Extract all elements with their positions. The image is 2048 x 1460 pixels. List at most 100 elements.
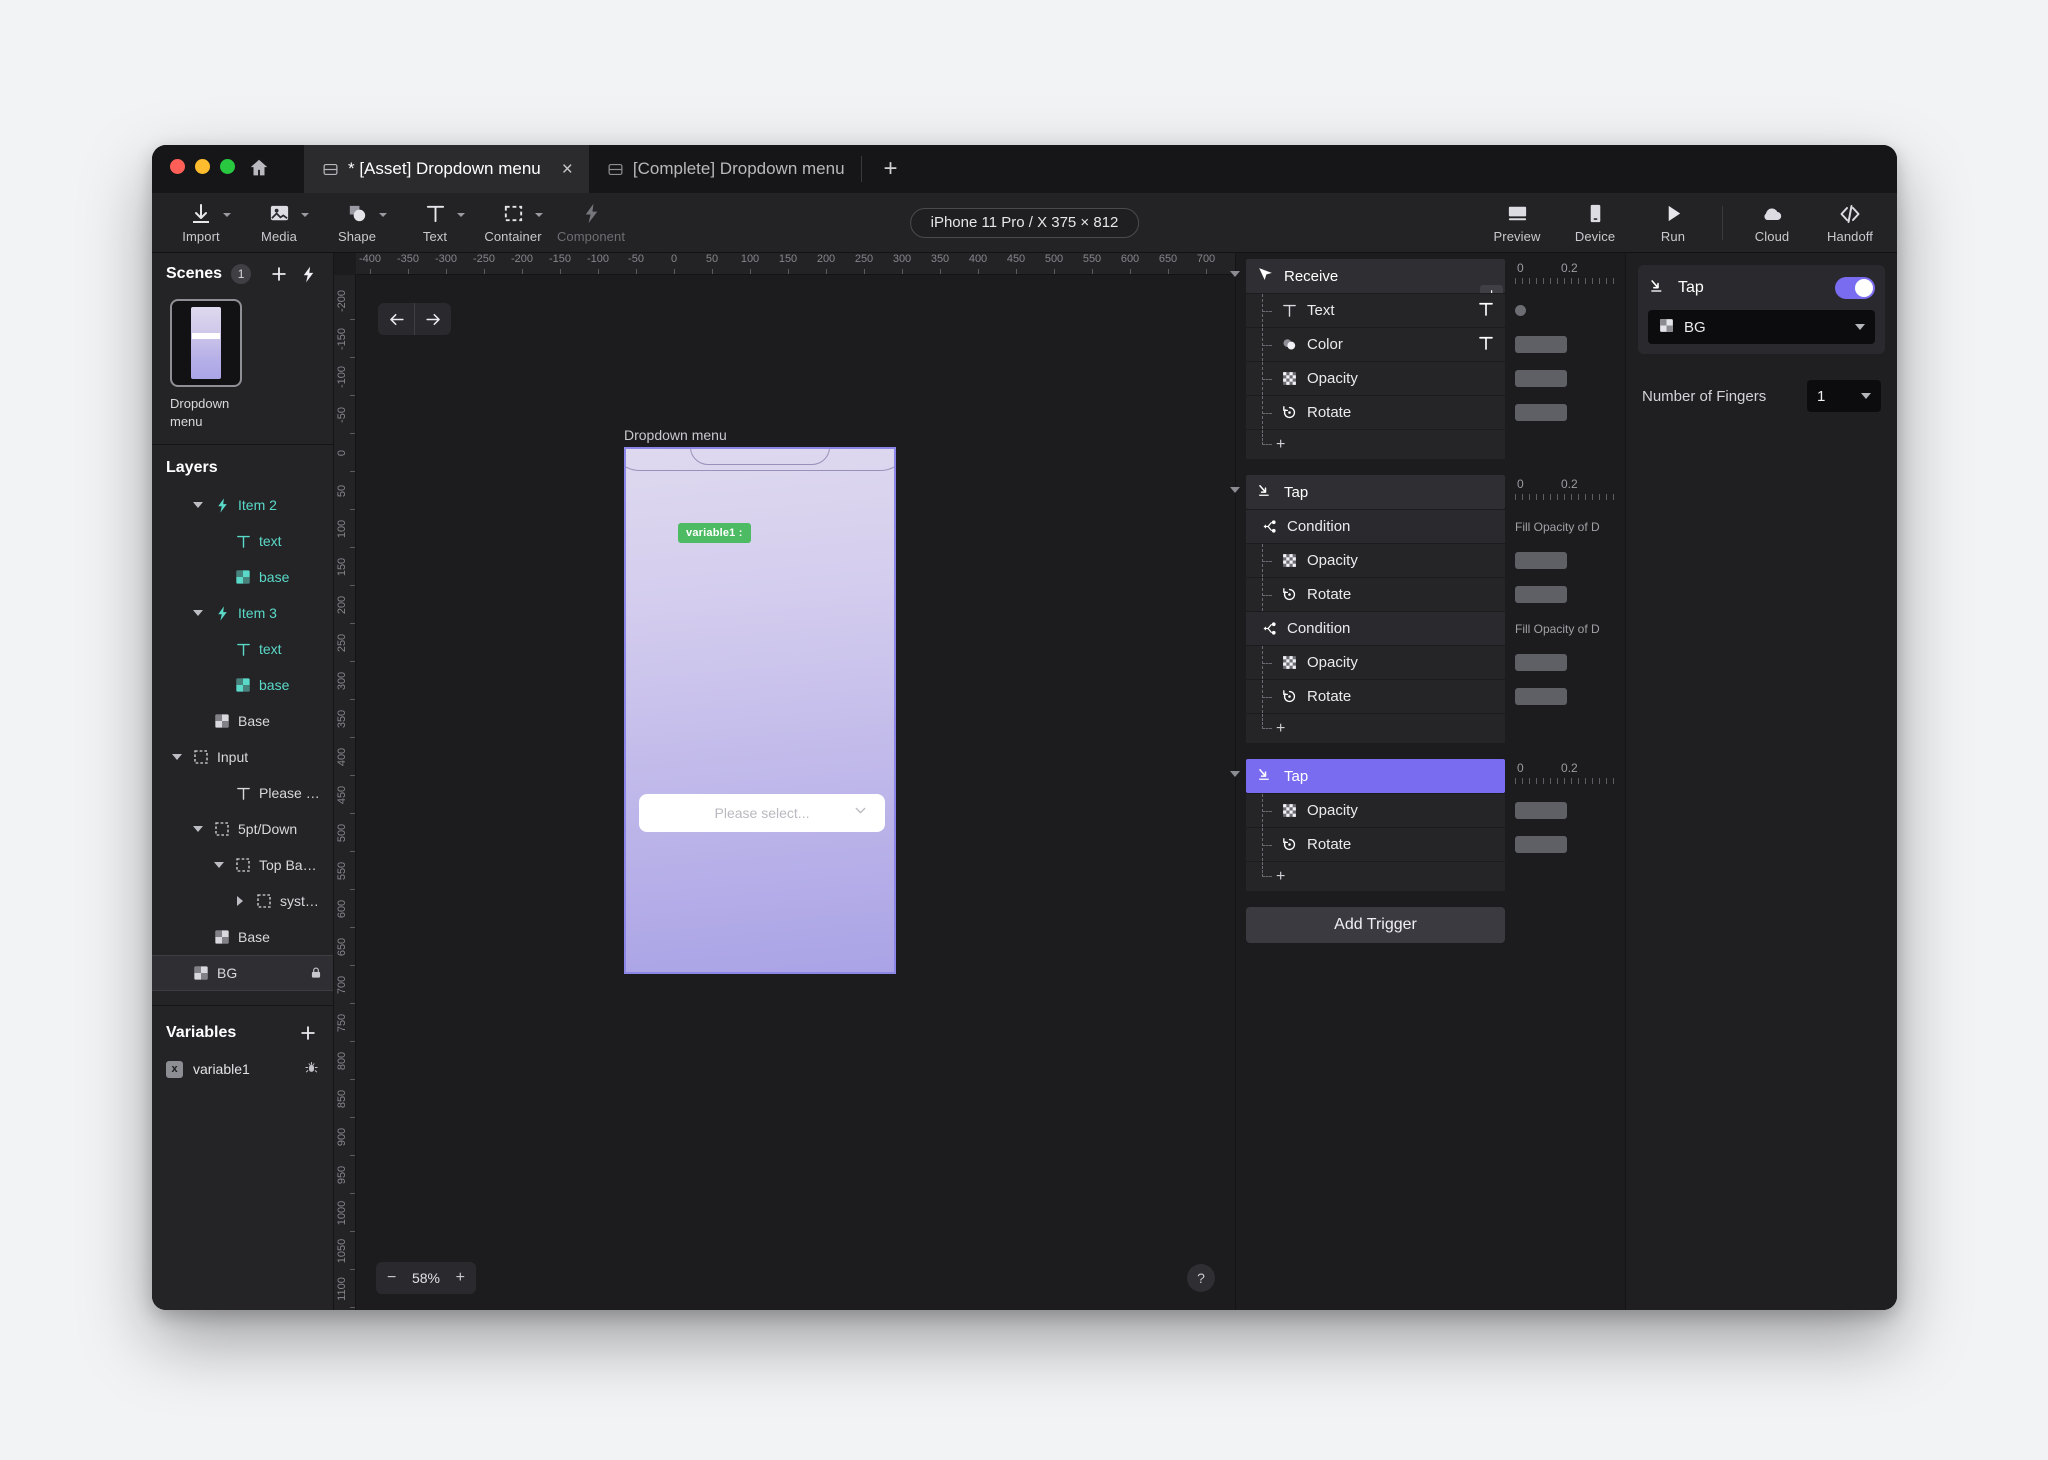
layer-row[interactable]: BG	[152, 955, 333, 992]
action-row[interactable]: Rotate	[1246, 395, 1505, 429]
timeline-keyframe-bar[interactable]	[1515, 586, 1567, 603]
new-tab-button[interactable]: +	[862, 145, 920, 193]
toolbar-component-button[interactable]: Component	[552, 193, 630, 253]
chevron-down-icon[interactable]	[535, 212, 543, 217]
zoom-control[interactable]: − 58% +	[376, 1262, 476, 1294]
action-row[interactable]: Text	[1246, 293, 1505, 327]
nav-back-button[interactable]	[378, 303, 414, 335]
toolbar-shape-button[interactable]: Shape	[318, 193, 396, 253]
layer-row[interactable]: text	[152, 631, 333, 667]
target-layer-select[interactable]: BG	[1648, 310, 1875, 344]
add-trigger-button[interactable]: Add Trigger	[1246, 907, 1505, 943]
preview-button[interactable]: Preview	[1478, 193, 1556, 253]
toolbar-text-button[interactable]: Text	[396, 193, 474, 253]
action-row[interactable]: Opacity	[1246, 361, 1505, 395]
zoom-out-button[interactable]: −	[387, 1269, 396, 1287]
add-scene-button[interactable]	[269, 263, 289, 285]
toolbar-import-button[interactable]: Import	[162, 193, 240, 253]
action-row[interactable]: Opacity	[1246, 543, 1505, 577]
chevron-down-icon[interactable]	[223, 212, 231, 217]
add-variable-button[interactable]	[297, 1022, 319, 1044]
trigger-enabled-toggle[interactable]	[1835, 277, 1875, 299]
nav-forward-button[interactable]	[415, 303, 451, 335]
condition-row[interactable]: Condition	[1246, 509, 1505, 543]
lock-icon[interactable]	[309, 966, 323, 980]
close-tab-button[interactable]: ×	[562, 160, 573, 179]
trigger-header-tap[interactable]: Tap	[1246, 759, 1505, 793]
toolbar-media-button[interactable]: Media	[240, 193, 318, 253]
trigger-header-receive[interactable]: Receive+	[1246, 259, 1505, 304]
action-row[interactable]: Opacity	[1246, 645, 1505, 679]
layer-twisty-right[interactable]	[232, 896, 248, 907]
action-row[interactable]: Opacity	[1246, 793, 1505, 827]
layer-row[interactable]: base	[152, 559, 333, 595]
chevron-down-icon[interactable]	[1861, 393, 1871, 399]
trigger-header-tap[interactable]: Tap	[1246, 475, 1505, 509]
layer-row[interactable]: base	[152, 667, 333, 703]
chevron-down-icon[interactable]	[457, 212, 465, 217]
layer-row[interactable]: 5pt/Down	[152, 811, 333, 847]
canvas-navigation[interactable]	[378, 303, 451, 335]
handoff-button[interactable]: Handoff	[1811, 193, 1889, 253]
layer-twisty-down[interactable]	[190, 826, 206, 833]
timeline-keyframe-bar[interactable]	[1515, 370, 1567, 387]
scene-thumbnail[interactable]	[170, 299, 242, 387]
device-button[interactable]: Device	[1556, 193, 1634, 253]
action-row[interactable]: Rotate	[1246, 679, 1505, 713]
timeline-keyframe-bar[interactable]	[1515, 802, 1567, 819]
layer-row[interactable]: Item 2	[152, 487, 333, 523]
action-row[interactable]: Rotate	[1246, 577, 1505, 611]
action-row[interactable]: Color	[1246, 327, 1505, 361]
minimize-window-button[interactable]	[195, 159, 210, 174]
layer-row[interactable]: Base	[152, 919, 333, 955]
timeline-keyframe-bar[interactable]	[1515, 836, 1567, 853]
scene-trigger-icon[interactable]	[299, 263, 319, 285]
action-row[interactable]: Rotate	[1246, 827, 1505, 861]
add-action-button[interactable]: +	[1246, 861, 1505, 891]
add-action-button[interactable]: +	[1246, 429, 1505, 459]
tab-complete-dropdown-menu[interactable]: [Complete] Dropdown menu	[589, 145, 861, 193]
variable-item-variable1[interactable]: x variable1	[152, 1052, 333, 1086]
trigger-collapse-toggle[interactable]	[1230, 771, 1240, 777]
condition-row[interactable]: Condition	[1246, 611, 1505, 645]
timeline-keyframe-bar[interactable]	[1515, 688, 1567, 705]
scene-item-dropdown-menu[interactable]: Dropdown menu	[170, 299, 333, 430]
tab-asset-dropdown-menu[interactable]: * [Asset] Dropdown menu ×	[304, 145, 589, 193]
maximize-window-button[interactable]	[220, 159, 235, 174]
layer-twisty-down[interactable]	[211, 862, 227, 869]
trigger-collapse-toggle[interactable]	[1230, 271, 1240, 277]
timeline-keyframe-bar[interactable]	[1515, 654, 1567, 671]
timeline-keyframe-bar[interactable]	[1515, 336, 1567, 353]
layer-row[interactable]: Top Bann...	[152, 847, 333, 883]
run-button[interactable]: Run	[1634, 193, 1712, 253]
close-window-button[interactable]	[170, 159, 185, 174]
layer-row[interactable]: Please select...	[152, 775, 333, 811]
timeline-keyframe-bar[interactable]	[1515, 552, 1567, 569]
chevron-down-icon[interactable]	[301, 212, 309, 217]
help-button[interactable]: ?	[1187, 1264, 1215, 1292]
layer-row[interactable]: text	[152, 523, 333, 559]
timeline-keyframe-bar[interactable]	[1515, 404, 1567, 421]
chevron-down-icon[interactable]	[1855, 324, 1865, 330]
add-action-button[interactable]: +	[1246, 713, 1505, 743]
number-of-fingers-select[interactable]: 1	[1807, 380, 1881, 412]
toolbar-container-button[interactable]: Container	[474, 193, 552, 253]
debug-variable-icon[interactable]	[304, 1060, 319, 1078]
window-controls[interactable]	[170, 159, 235, 174]
layer-row[interactable]: Base	[152, 703, 333, 739]
timeline-keyframe-dot[interactable]	[1515, 305, 1526, 316]
chevron-down-icon[interactable]	[379, 212, 387, 217]
design-canvas[interactable]: Dropdown menu variable1 : Please select.…	[356, 275, 1235, 1310]
device-preview-frame[interactable]: variable1 : Please select...	[624, 447, 896, 974]
device-selector[interactable]: iPhone 11 Pro / X 375 × 812	[909, 207, 1140, 238]
home-icon[interactable]	[248, 157, 270, 179]
zoom-in-button[interactable]: +	[456, 1269, 465, 1287]
layer-twisty-down[interactable]	[190, 502, 206, 509]
trigger-collapse-toggle[interactable]	[1230, 487, 1240, 493]
layer-twisty-down[interactable]	[169, 754, 185, 761]
cloud-button[interactable]: Cloud	[1733, 193, 1811, 253]
layer-twisty-down[interactable]	[190, 610, 206, 617]
layer-row[interactable]: syste...	[152, 883, 333, 919]
layer-row[interactable]: Item 3	[152, 595, 333, 631]
dropdown-select-field[interactable]: Please select...	[639, 794, 885, 832]
